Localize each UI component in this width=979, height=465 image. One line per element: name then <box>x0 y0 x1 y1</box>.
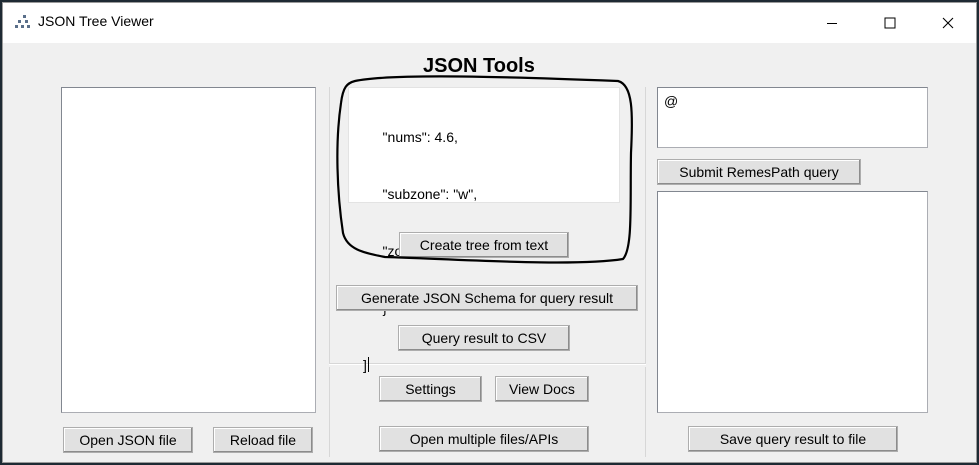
middle-panel-right-border <box>645 87 646 363</box>
page-title: JSON Tools <box>423 55 535 77</box>
settings-button[interactable]: Settings <box>379 376 482 402</box>
view-docs-button[interactable]: View Docs <box>495 376 589 402</box>
middle-panel-left-border <box>329 87 330 363</box>
reload-file-button[interactable]: Reload file <box>213 427 313 453</box>
submit-remespath-query-button[interactable]: Submit RemesPath query <box>657 159 861 185</box>
json-tree-viewer-window: JSON Tree Viewer JSON Tools Open JSON fi… <box>2 2 977 463</box>
close-button[interactable] <box>919 3 976 43</box>
minimize-button[interactable] <box>803 3 861 43</box>
generate-json-schema-button[interactable]: Generate JSON Schema for query result <box>336 285 638 311</box>
lower-panel-left-border <box>329 367 330 457</box>
json-text-line: "subzone": "w", <box>367 186 478 202</box>
text-caret <box>367 357 369 372</box>
create-tree-from-text-button[interactable]: Create tree from text <box>399 232 569 258</box>
remespath-query-input[interactable]: @ <box>657 87 928 148</box>
query-result-view[interactable] <box>657 191 928 413</box>
json-text-last-line: ] <box>363 356 477 375</box>
open-json-file-button[interactable]: Open JSON file <box>63 427 193 453</box>
json-tree-view[interactable] <box>61 87 316 413</box>
json-text-line: ] <box>363 357 367 373</box>
maximize-button[interactable] <box>861 3 919 43</box>
save-query-result-button[interactable]: Save query result to file <box>688 426 898 452</box>
tree-app-icon <box>15 15 30 28</box>
open-multiple-files-apis-button[interactable]: Open multiple files/APIs <box>379 426 589 452</box>
json-text-line: "nums": 4.6, <box>367 129 458 145</box>
title-bar: JSON Tree Viewer <box>3 3 976 43</box>
json-text-editor[interactable]: "nums": 4.6, "subzone": "w", "zone": 5 }… <box>348 87 620 373</box>
query-result-to-csv-button[interactable]: Query result to CSV <box>398 325 570 351</box>
query-text: @ <box>664 93 679 109</box>
close-icon <box>942 17 954 29</box>
minimize-icon <box>827 23 837 24</box>
window-title: JSON Tree Viewer <box>38 13 154 29</box>
maximize-icon <box>884 17 896 29</box>
lower-panel-right-border <box>645 367 646 457</box>
